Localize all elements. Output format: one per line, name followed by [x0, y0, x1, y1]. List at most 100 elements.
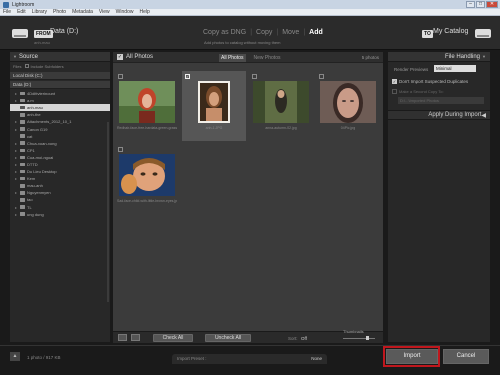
include-subfolders-checkbox[interactable] — [25, 64, 30, 68]
folder-item[interactable]: ▸ Attachments_2012_10_1 — [10, 118, 110, 125]
photo-checkbox[interactable] — [319, 74, 324, 79]
catalog-drive-icon[interactable] — [475, 29, 491, 38]
loupe-view-icon[interactable] — [131, 334, 140, 341]
folder-icon — [20, 176, 25, 181]
folder-item[interactable]: mau-anh — [10, 182, 110, 189]
folder-item[interactable]: ▸ ung dung — [10, 211, 110, 218]
photo-checkbox[interactable] — [252, 74, 257, 79]
folder-item[interactable]: ▸ Canon G19 — [10, 125, 110, 132]
menu-metadata[interactable]: Metadata — [72, 9, 93, 15]
collapse-triangle-icon[interactable]: ▼ — [482, 54, 486, 59]
dont-import-duplicates-option[interactable]: ✓ Don't Import Suspected Duplicates — [392, 79, 468, 84]
file-handling-header[interactable]: File Handling ▼ — [388, 52, 490, 62]
folder-item[interactable]: ▸ TL — [10, 204, 110, 211]
second-copy-destination[interactable]: D:\...\Imported Photos — [398, 97, 484, 104]
menu-edit[interactable]: Edit — [17, 9, 26, 15]
import-preset-bar[interactable]: Import Preset : None — [172, 354, 327, 364]
minimize-button[interactable]: – — [466, 1, 475, 8]
folder-item[interactable]: ▸ Du Lieu Desktop — [10, 168, 110, 175]
photo-checkbox[interactable] — [118, 74, 123, 79]
folder-item[interactable]: tao — [10, 196, 110, 203]
mode-move[interactable]: Move — [282, 29, 299, 36]
folder-item[interactable]: ▸ Chua-xoan-xong — [10, 140, 110, 147]
folder-item[interactable]: ▸ a.m — [10, 97, 110, 104]
import-preset-select[interactable]: None — [311, 356, 322, 361]
source-name[interactable]: Data (D:) — [50, 28, 78, 35]
check-all-button[interactable]: Check All — [153, 334, 193, 342]
expand-arrow-icon[interactable]: ▸ — [15, 169, 19, 174]
expand-arrow-icon[interactable]: ▸ — [15, 91, 19, 96]
thumbnail-size-slider[interactable] — [343, 336, 375, 340]
tab-all-photos[interactable]: All Photos — [219, 54, 246, 62]
menu-library[interactable]: Library — [32, 9, 47, 15]
folder-item[interactable]: ▸ Nguyenmyen — [10, 189, 110, 196]
photo-cell[interactable]: Sad-face-child-with-little-brown-eyes.jp… — [115, 144, 179, 214]
window-controls: – □ ✕ — [466, 1, 498, 8]
all-photos-checkbox[interactable]: ✓ — [117, 54, 123, 60]
photo-checkbox[interactable] — [118, 147, 123, 152]
source-panel-header[interactable]: ▼ Source — [10, 52, 110, 62]
folder-label: Nguyenmyen — [27, 190, 51, 196]
expand-arrow-icon[interactable]: ▸ — [15, 190, 19, 195]
photo-cell-selected[interactable]: ✓ anh-1.JPG — [182, 71, 246, 141]
apply-during-import-header[interactable]: Apply During Import ◀ — [388, 110, 490, 120]
expand-triangle-icon[interactable]: ◀ — [481, 112, 486, 119]
menu-window[interactable]: Window — [116, 9, 134, 15]
sort-select[interactable]: Off — [301, 336, 307, 341]
collapse-triangle-icon[interactable]: ▼ — [13, 54, 17, 59]
folder-item[interactable]: anh-the — [10, 111, 110, 118]
mode-copy-as-dng[interactable]: Copy as DNG — [203, 29, 246, 36]
grid-view-icon[interactable] — [118, 334, 127, 341]
dont-import-duplicates-checkbox[interactable]: ✓ — [392, 79, 397, 84]
disk-local-c[interactable]: Local Disk (C:) — [10, 72, 110, 80]
menu-photo[interactable]: Photo — [53, 9, 66, 15]
expand-arrow-icon[interactable]: ▸ — [15, 205, 19, 210]
photo-thumbnail-face[interactable] — [320, 81, 376, 123]
source-drive-icon[interactable] — [12, 29, 28, 38]
second-copy-option[interactable]: Make a Second Copy To: — [392, 89, 444, 94]
cancel-button[interactable]: Cancel — [443, 349, 489, 364]
expand-arrow-icon[interactable]: ▸ — [15, 176, 19, 181]
folder-item-selected[interactable]: anh-mau — [10, 104, 110, 112]
expand-arrow-icon[interactable]: ▸ — [15, 212, 19, 217]
include-subfolders-option[interactable]: Include Subfolders — [25, 64, 64, 69]
mode-add[interactable]: Add — [309, 29, 323, 36]
photo-cell[interactable]: anna-autumn-02.jpg — [249, 71, 313, 141]
folder-item[interactable]: cat — [10, 133, 110, 140]
menu-file[interactable]: File — [3, 9, 11, 15]
photo-checkbox[interactable]: ✓ — [185, 74, 190, 79]
folder-icon — [20, 162, 25, 167]
expand-arrow-icon[interactable]: ▸ — [15, 141, 19, 146]
folder-item[interactable]: ▸ Kem — [10, 175, 110, 182]
second-copy-checkbox[interactable] — [392, 89, 397, 94]
source-scrollbar[interactable] — [107, 122, 109, 302]
folder-item[interactable]: ▸ Cua-moi-ngoai — [10, 154, 110, 161]
uncheck-all-button[interactable]: Uncheck All — [205, 334, 251, 342]
photo-cell[interactable]: Redhair-face-free-hardata-green-grass.jp… — [115, 71, 179, 141]
maximize-button[interactable]: □ — [476, 1, 485, 8]
disk-data-d[interactable]: Data (D:) — [10, 81, 110, 89]
expand-arrow-icon[interactable]: ▸ — [15, 148, 19, 153]
folder-item[interactable]: ▸ DTTD — [10, 161, 110, 168]
photo-thumbnail-autumn[interactable] — [253, 81, 309, 123]
expand-arrow-icon[interactable]: ▸ — [15, 98, 19, 103]
mode-copy[interactable]: Copy — [256, 29, 272, 36]
close-button[interactable]: ✕ — [486, 1, 498, 8]
photo-thumbnail-redhair[interactable] — [119, 81, 175, 123]
render-previews-select[interactable]: Minimal — [434, 65, 476, 72]
photo-thumbnail-child[interactable] — [119, 154, 175, 196]
expand-arrow-icon[interactable]: ▸ — [15, 127, 19, 132]
menu-help[interactable]: Help — [139, 9, 149, 15]
photo-thumbnail-portrait[interactable] — [186, 81, 242, 123]
collapse-up-icon[interactable]: ▲ — [10, 352, 20, 361]
destination-catalog[interactable]: My Catalog — [433, 28, 468, 35]
menu-view[interactable]: View — [99, 9, 110, 15]
photo-cell[interactable]: 04Pic.jpg — [316, 71, 380, 141]
folder-item[interactable]: ▸ CP1 — [10, 147, 110, 154]
expand-arrow-icon[interactable]: ▸ — [15, 119, 19, 124]
expand-arrow-icon[interactable]: ▸ — [15, 155, 19, 160]
folder-item[interactable]: ▸ 4Ddittvterinount — [10, 90, 110, 97]
tab-new-photos[interactable]: New Photos — [252, 54, 283, 62]
expand-arrow-icon[interactable]: ▸ — [15, 162, 19, 167]
thumbnail-size-knob[interactable] — [366, 336, 370, 340]
